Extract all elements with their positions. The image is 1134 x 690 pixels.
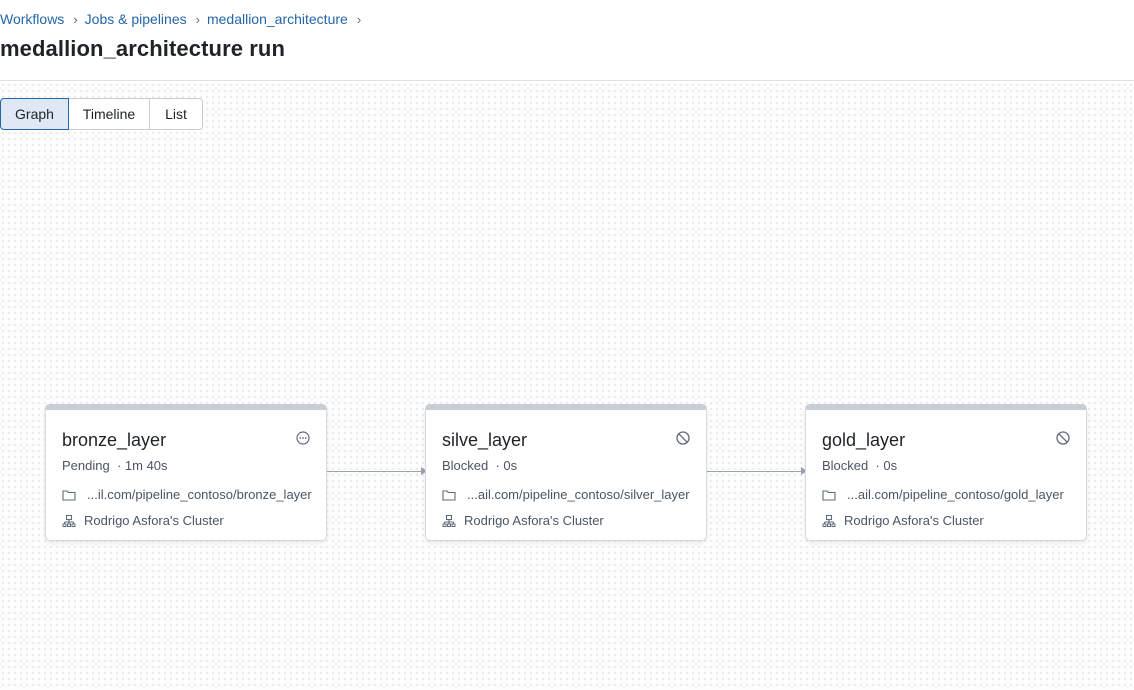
task-status: Pending · 1m 40s — [62, 458, 168, 473]
tab-graph[interactable]: Graph — [0, 98, 69, 130]
cluster-icon — [822, 514, 836, 527]
task-name: silve_layer — [442, 430, 528, 450]
status-text: Pending — [62, 458, 110, 473]
blocked-icon — [676, 431, 690, 445]
page-title: medallion_architecture run — [0, 36, 286, 61]
notebook-path-row: ...ail.com/pipeline_contoso/silver_layer — [442, 487, 690, 502]
tab-list[interactable]: List — [150, 98, 203, 130]
breadcrumb-separator: › — [356, 11, 362, 27]
status-text: Blocked — [822, 458, 869, 473]
cluster-name[interactable]: Rodrigo Asfora's Cluster — [844, 513, 984, 528]
dependency-edge — [327, 467, 427, 475]
cluster-row: Rodrigo Asfora's Cluster — [62, 513, 224, 528]
view-toggle: Graph Timeline List — [0, 98, 203, 130]
notebook-path-row: ...ail.com/pipeline_contoso/gold_layer — [822, 487, 1064, 502]
cluster-icon — [62, 514, 76, 527]
dependency-edge — [707, 467, 807, 475]
cluster-row: Rodrigo Asfora's Cluster — [822, 513, 984, 528]
folder-icon — [62, 489, 76, 501]
status-text: Blocked — [442, 458, 489, 473]
cluster-name[interactable]: Rodrigo Asfora's Cluster — [84, 513, 224, 528]
cluster-name[interactable]: Rodrigo Asfora's Cluster — [464, 513, 604, 528]
dag-canvas[interactable] — [0, 82, 1134, 690]
notebook-path[interactable]: ...ail.com/pipeline_contoso/silver_layer — [467, 487, 690, 502]
breadcrumb-separator: › — [73, 11, 78, 27]
cluster-row: Rodrigo Asfora's Cluster — [442, 513, 604, 528]
pending-icon — [296, 431, 310, 445]
notebook-path[interactable]: ...ail.com/pipeline_contoso/gold_layer — [847, 487, 1064, 502]
task-name: gold_layer — [822, 430, 906, 450]
task-status: Blocked · 0s — [442, 458, 517, 473]
breadcrumb-workflows[interactable]: Workflows — [0, 11, 64, 27]
task-status: Blocked · 0s — [822, 458, 897, 473]
cluster-icon — [442, 514, 456, 527]
folder-icon — [822, 489, 836, 501]
breadcrumb-job[interactable]: medallion_architecture — [207, 11, 348, 27]
task-node-gold-layer[interactable]: gold_layer Blocked · 0s ...ail.com/pipel… — [805, 404, 1087, 541]
task-duration: · 1m 40s — [116, 458, 168, 473]
task-node-bronze-layer[interactable]: bronze_layer Pending · 1m 40s ...il.com/… — [45, 404, 327, 541]
task-node-silve-layer[interactable]: silve_layer Blocked · 0s ...ail.com/pipe… — [425, 404, 707, 541]
breadcrumb-jobs-pipelines[interactable]: Jobs & pipelines — [85, 11, 187, 27]
breadcrumb: Workflows › Jobs & pipelines › medallion… — [0, 11, 368, 27]
notebook-path-row: ...il.com/pipeline_contoso/bronze_layer — [62, 487, 312, 502]
tab-timeline[interactable]: Timeline — [69, 98, 150, 130]
task-duration: · 0s — [495, 458, 518, 473]
task-duration: · 0s — [875, 458, 898, 473]
task-name: bronze_layer — [62, 430, 167, 450]
notebook-path[interactable]: ...il.com/pipeline_contoso/bronze_layer — [87, 487, 312, 502]
folder-icon — [442, 489, 456, 501]
blocked-icon — [1056, 431, 1070, 445]
breadcrumb-separator: › — [195, 11, 200, 27]
page-header: Workflows › Jobs & pipelines › medallion… — [0, 0, 1134, 81]
